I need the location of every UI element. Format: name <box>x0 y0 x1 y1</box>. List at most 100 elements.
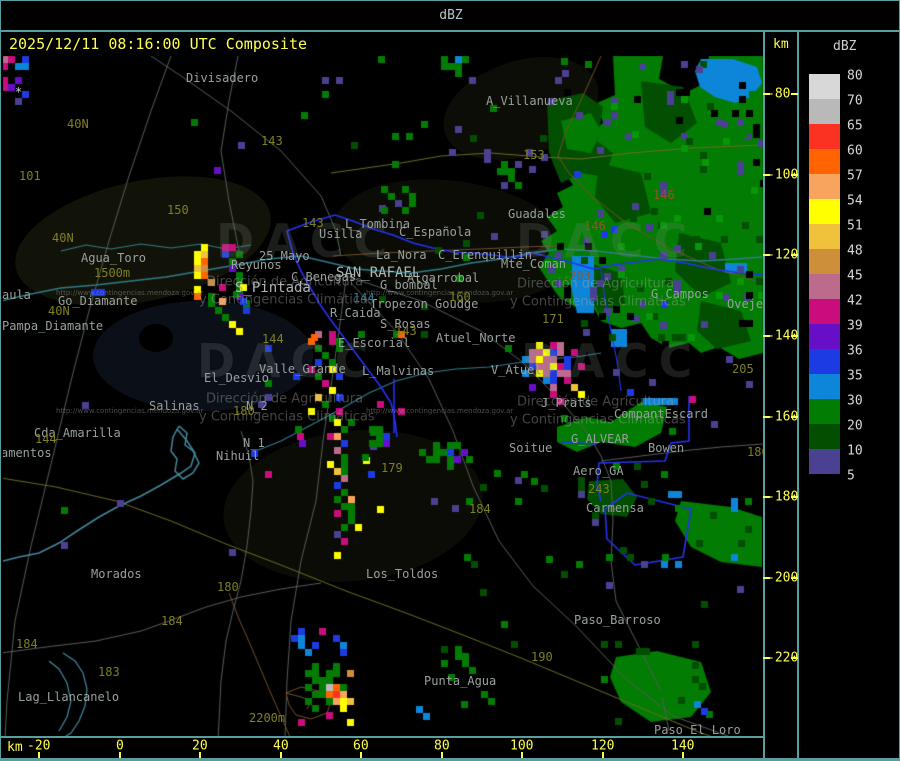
title-bar: dBZ <box>1 1 899 30</box>
map-label-184: 184 <box>161 614 183 628</box>
map-label-190: 190 <box>531 650 553 664</box>
legend-swatch <box>809 324 840 349</box>
timestamp-label: 2025/12/11 08:16:00 UTC Composite <box>9 35 308 53</box>
map-label-144: 144 <box>353 291 375 305</box>
map-label-carmensa: Carmensa <box>586 501 644 515</box>
y-axis-tick <box>763 174 770 176</box>
y-axis-tick <box>791 416 798 418</box>
map-label-160: 160 <box>449 290 471 304</box>
titlebar-divider <box>1 30 899 32</box>
legend-swatch <box>809 174 840 199</box>
map-label-180: 180 <box>747 445 763 459</box>
legend-swatch <box>809 124 840 149</box>
map-label-amentos: amentos <box>3 446 52 460</box>
map-label--: * <box>15 85 23 99</box>
legend-value: 60 <box>847 143 863 159</box>
map-label-144: 144 <box>262 332 284 346</box>
map-label-v-atuel: V_Atuel <box>491 363 542 377</box>
map-label-salinas: Salinas <box>149 399 200 413</box>
legend-swatch <box>809 99 840 124</box>
map-label-la-nora: La_Nora <box>376 248 427 262</box>
legend-value: 30 <box>847 393 863 409</box>
legend-swatch <box>809 349 840 374</box>
map-label-146: 146 <box>584 219 606 233</box>
y-axis-tick <box>791 93 798 95</box>
x-axis-tick <box>441 752 443 758</box>
y-axis-tick <box>791 577 798 579</box>
map-label-101: 101 <box>19 169 41 183</box>
map-label-g-campos: G_Campos <box>651 287 709 301</box>
legend-value: 45 <box>847 268 863 284</box>
y-axis-tick <box>763 93 770 95</box>
legend-value: 54 <box>847 193 863 209</box>
map-label-morados: Morados <box>91 567 142 581</box>
legend-value: 39 <box>847 318 863 334</box>
legend-value: 42 <box>847 293 863 309</box>
watermark-text: y Contingencias Climáticas <box>199 409 375 425</box>
x-axis-tick <box>119 752 121 758</box>
map-label-oveje: Oveje <box>727 297 763 311</box>
x-axis-tick <box>521 752 523 758</box>
map-label-paso-barroso: Paso_Barroso <box>574 613 661 627</box>
legend-swatch <box>809 399 840 424</box>
map-label-paso-el-loro: Paso El Loro <box>654 723 741 736</box>
watermark-logo-text: DACC <box>521 334 703 388</box>
x-axis-tick <box>602 752 604 758</box>
legend-swatch <box>809 274 840 299</box>
map-label-143: 143 <box>302 216 324 230</box>
legend-swatch <box>809 74 840 99</box>
legend-value: 20 <box>847 418 863 434</box>
y-axis-label: -80 <box>767 86 791 102</box>
legend-value: 51 <box>847 218 863 234</box>
y-axis-tick <box>791 254 798 256</box>
legend-swatch <box>809 299 840 324</box>
legend-title: dBZ <box>833 39 857 54</box>
y-axis-tick <box>791 496 798 498</box>
map-label-nihuil: Nihuil <box>216 449 260 463</box>
legend-swatch <box>809 449 840 474</box>
map-label-40n: 40N <box>67 117 89 131</box>
map-label-171: 171 <box>542 312 564 326</box>
map-label-40n: 40N <box>48 304 70 318</box>
legend-swatch <box>809 199 840 224</box>
legend-swatch <box>809 374 840 399</box>
map-label-go-diamante: Go_Diamante <box>58 294 138 308</box>
map-label-183: 183 <box>98 665 120 679</box>
map-label-e-escorial: E_Escorial <box>338 336 411 350</box>
map-label-guadales: Guadales <box>508 207 566 221</box>
map-label-divisadero: Divisadero <box>186 71 259 85</box>
x-axis-tick <box>38 752 40 758</box>
legend-value: 57 <box>847 168 863 184</box>
map-label-aula: aula <box>3 288 31 302</box>
legend-swatch <box>809 224 840 249</box>
legend-value: 80 <box>847 68 863 84</box>
map-label-reyunos: Reyunos <box>231 258 282 272</box>
legend-value: 10 <box>847 443 863 459</box>
map-label-atuel-norte: Atuel_Norte <box>436 331 516 345</box>
map-label-valle-grande: Valle_Grande <box>259 362 346 376</box>
legend-swatch <box>809 149 840 174</box>
map-label-143: 143 <box>261 134 283 148</box>
km-unit-bottom: km <box>7 740 23 755</box>
map-label-2200m: 2200m <box>249 711 286 725</box>
radar-window: dBZ 2025/12/11 08:16:00 UTC Composite km… <box>0 0 900 761</box>
map-label-40n: 40N <box>52 231 74 245</box>
y-axis-tick <box>763 416 770 418</box>
watermark-url: http://www.contingencias.mendoza.gov.ar <box>366 407 514 415</box>
map-label-203: 203 <box>569 269 591 283</box>
watermark-text: Dirección de Agricultura <box>206 391 364 407</box>
map-label-compantescard: CompantEscard <box>614 407 708 421</box>
legend-swatch <box>809 249 840 274</box>
y-axis-tick <box>763 496 770 498</box>
map-label-144: 144 <box>35 432 57 446</box>
map-label-s-pintada: S_Pintada <box>235 280 311 296</box>
radar-map-viewport: Divisadero A_Villanueva Guadales Usilla L_To… <box>3 56 763 736</box>
map-label-179: 179 <box>381 461 403 475</box>
x-axis-tick <box>280 752 282 758</box>
map-label-soitue: Soitue <box>509 441 553 455</box>
map-label-184: 184 <box>469 502 491 516</box>
window-title: dBZ <box>439 8 463 23</box>
map-label-153: 153 <box>523 148 545 162</box>
km-unit-top: km <box>773 37 789 52</box>
bottom-border <box>1 758 899 760</box>
